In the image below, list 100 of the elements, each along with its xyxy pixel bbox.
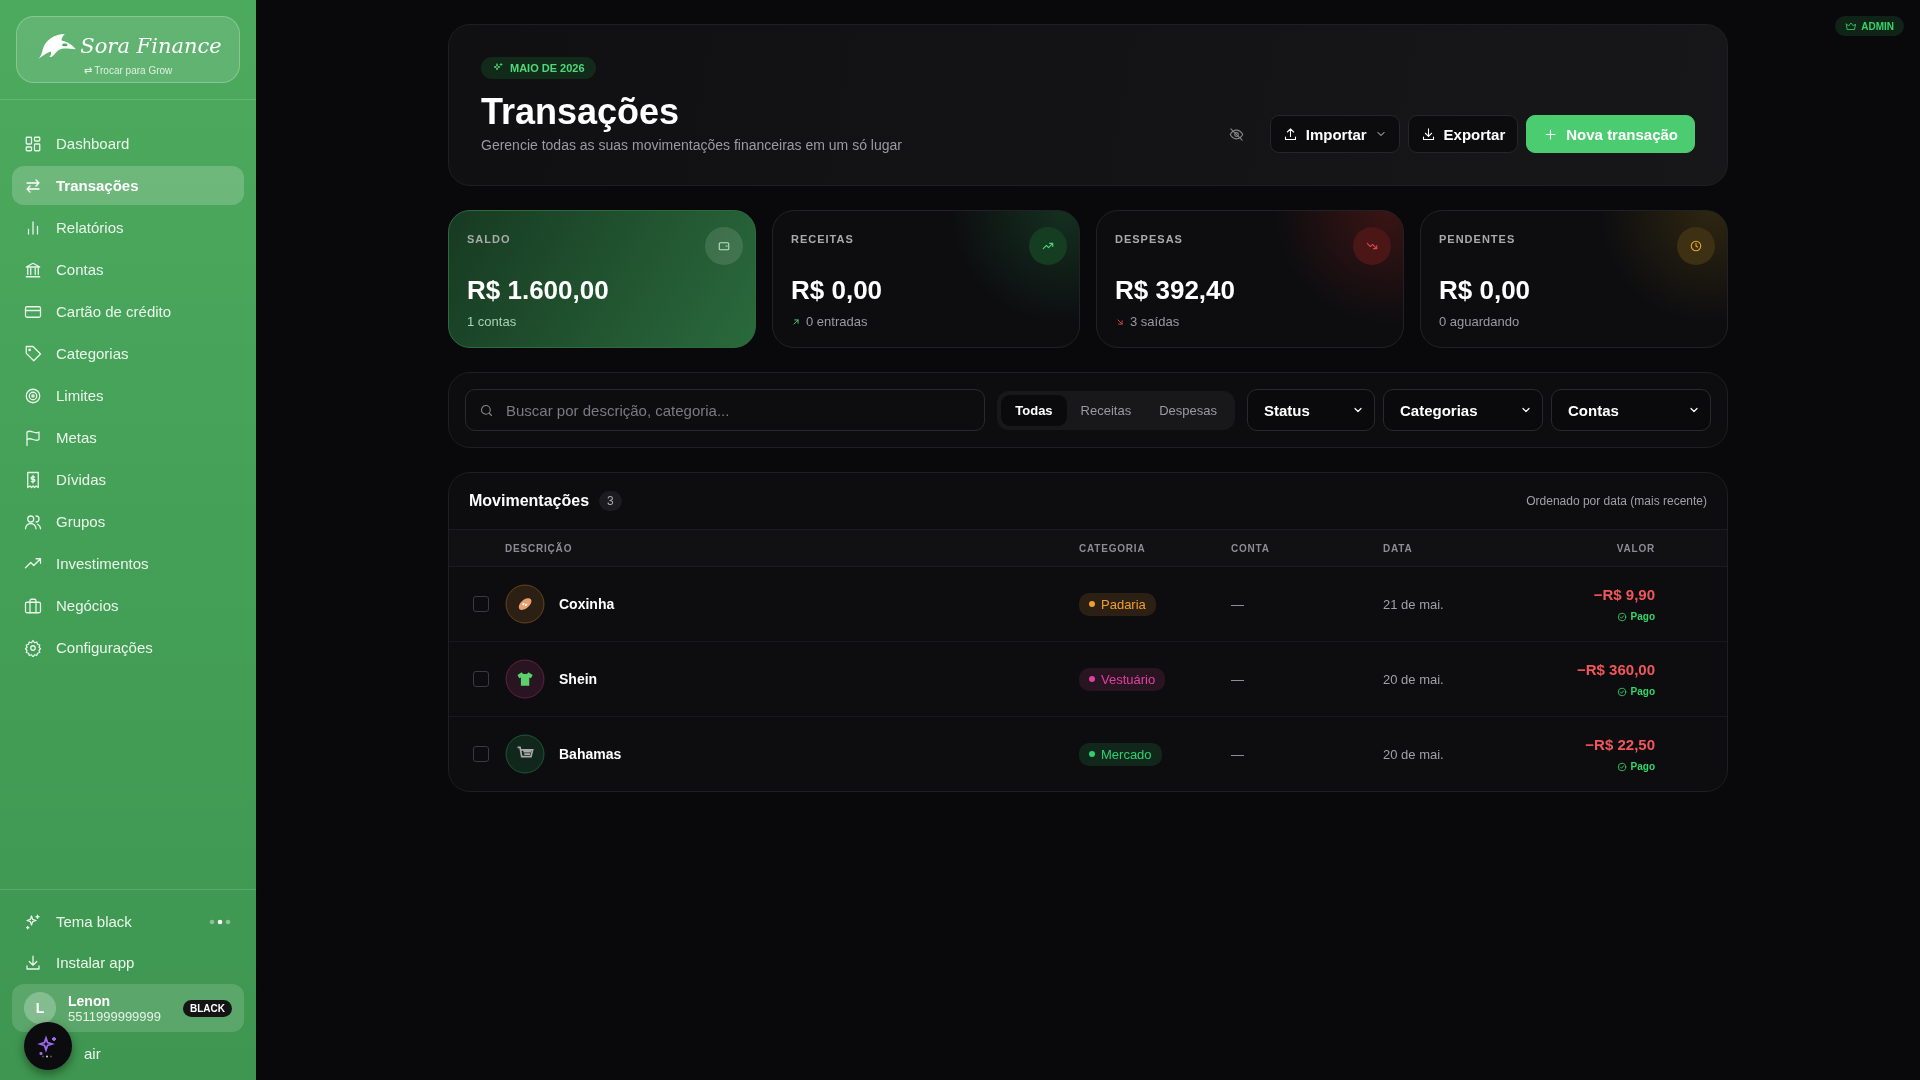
user-phone: 5511999999999 (68, 1008, 162, 1024)
filter-tab[interactable]: Despesas (1145, 394, 1231, 426)
category-tag: Mercado (1079, 742, 1162, 766)
stat-note: 1 contas (467, 314, 517, 329)
sparkle-icon (24, 912, 42, 931)
account-cell-text: — (1231, 671, 1245, 687)
nav-icon (24, 470, 42, 489)
plan-badge: BLACK (183, 999, 232, 1017)
column-header: DATA (1383, 542, 1414, 554)
nav-item[interactable]: Dívidas (12, 460, 244, 499)
nav-item[interactable]: Grupos (12, 502, 244, 541)
nav-item[interactable]: Relatórios (12, 208, 244, 247)
page-subtitle: Gerencie todas as suas movimentações financeiras em um só lugar (481, 137, 902, 153)
nav-icon (24, 386, 42, 405)
filter-tab[interactable]: Todas (1001, 394, 1067, 426)
status-label: Pago (1630, 761, 1655, 772)
assistant-button[interactable] (24, 1022, 72, 1070)
crown-icon (1845, 20, 1858, 32)
filter-select[interactable]: Status (1247, 389, 1375, 431)
account-cell-text: — (1231, 596, 1245, 612)
count-badge: 3 (599, 491, 622, 511)
wallet-icon (705, 227, 743, 265)
nav-icon (24, 260, 42, 279)
check-circle-icon (1616, 761, 1627, 772)
status-label: Pago (1630, 686, 1655, 697)
stat-note: 0 aguardando (1439, 314, 1520, 329)
nav-item[interactable]: Configurações (12, 628, 244, 667)
nav-item[interactable]: Metas (12, 418, 244, 457)
trend-down-icon (1353, 227, 1391, 265)
column-header: DESCRIÇÃO (505, 542, 574, 554)
arrow-down-right-icon (1115, 316, 1125, 327)
nav-item[interactable]: Dashboard (12, 124, 244, 163)
category-tag: Padaria (1079, 592, 1156, 616)
avatar: L (24, 992, 56, 1024)
nav-icon (24, 638, 42, 657)
nav-item[interactable]: Negócios (12, 586, 244, 625)
cart-icon (505, 734, 545, 774)
user-card[interactable]: L Lenon 5511999999999 BLACK (12, 984, 244, 1032)
eye-off-icon (1228, 126, 1244, 142)
nav-item[interactable]: Categorias (12, 334, 244, 373)
nav-icon (24, 428, 42, 447)
shirt-icon (505, 659, 545, 699)
brand-name: Sora Finance (80, 34, 222, 58)
download-icon (1420, 126, 1436, 142)
amount-cell: −R$ 22,50 (1585, 736, 1655, 753)
nav-item[interactable]: Cartão de crédito (12, 292, 244, 331)
nav-icon (24, 596, 42, 615)
switch-link[interactable]: ⇄ Trocar para Grow (83, 65, 173, 76)
upload-icon (1282, 126, 1298, 142)
stat-label: PENDENTES (1439, 233, 1516, 245)
filter-select[interactable]: Contas (1551, 389, 1711, 431)
sort-note: Ordenado por data (mais recente) (1526, 494, 1707, 508)
stat-value: R$ 1.600,00 (467, 275, 610, 306)
search-field[interactable]: Buscar por descrição, categoria... (465, 389, 986, 431)
column-header: CATEGORIA (1079, 542, 1147, 554)
check-circle-icon (1616, 611, 1627, 622)
account-cell-text: — (1231, 746, 1245, 762)
logout-link[interactable]: air (84, 1044, 101, 1062)
amount-cell: −R$ 9,90 (1593, 586, 1655, 603)
date-cell-text: 20 de mai. (1383, 671, 1445, 687)
period-badge: MAIO DE 2026 (481, 57, 596, 79)
description-cell: Shein (559, 671, 598, 687)
clock-icon (1677, 227, 1715, 265)
row-checkbox[interactable] (473, 596, 489, 612)
date-cell-text: 20 de mai. (1383, 746, 1445, 762)
column-header: VALOR (1615, 542, 1655, 554)
nav-item[interactable]: Limites (12, 376, 244, 415)
filter-select[interactable]: Categorias (1383, 389, 1543, 431)
nav-icon (24, 512, 42, 531)
arrow-up-right-icon (791, 316, 801, 327)
plus-icon (1543, 126, 1559, 142)
stat-label: SALDO (467, 233, 511, 245)
page-title: Transações (481, 91, 680, 133)
theme-toggle[interactable]: Tema black (12, 902, 244, 941)
new-transaction-button[interactable]: Nova transação (1526, 115, 1695, 153)
export-button[interactable]: Exportar (1407, 115, 1519, 153)
description-cell: Coxinha (559, 596, 615, 612)
nav-item[interactable]: Transações (12, 166, 244, 205)
admin-badge: ADMIN (1835, 16, 1904, 36)
amount-cell: −R$ 360,00 (1577, 661, 1655, 678)
stat-note: 0 entradas (806, 314, 868, 329)
stat-value: R$ 0,00 (1439, 275, 1532, 306)
description-cell: Bahamas (559, 746, 622, 762)
row-checkbox[interactable] (473, 671, 489, 687)
install-app-link[interactable]: Instalar app (12, 943, 244, 982)
stat-value: R$ 392,40 (1115, 275, 1236, 306)
category-tag: Vestuário (1079, 667, 1166, 691)
filter-tab[interactable]: Receitas (1066, 394, 1146, 426)
nav-item[interactable]: Contas (12, 250, 244, 289)
nav-icon (24, 134, 42, 153)
import-button[interactable]: Importar (1269, 115, 1400, 153)
stat-label: RECEITAS (791, 233, 854, 245)
download-icon (24, 953, 42, 972)
bread-icon (505, 584, 545, 624)
search-icon (479, 403, 494, 418)
user-name: Lenon (68, 992, 111, 1009)
table-title: Movimentações (469, 492, 590, 510)
status-label: Pago (1630, 611, 1655, 622)
row-checkbox[interactable] (473, 746, 489, 762)
nav-item[interactable]: Investimentos (12, 544, 244, 583)
